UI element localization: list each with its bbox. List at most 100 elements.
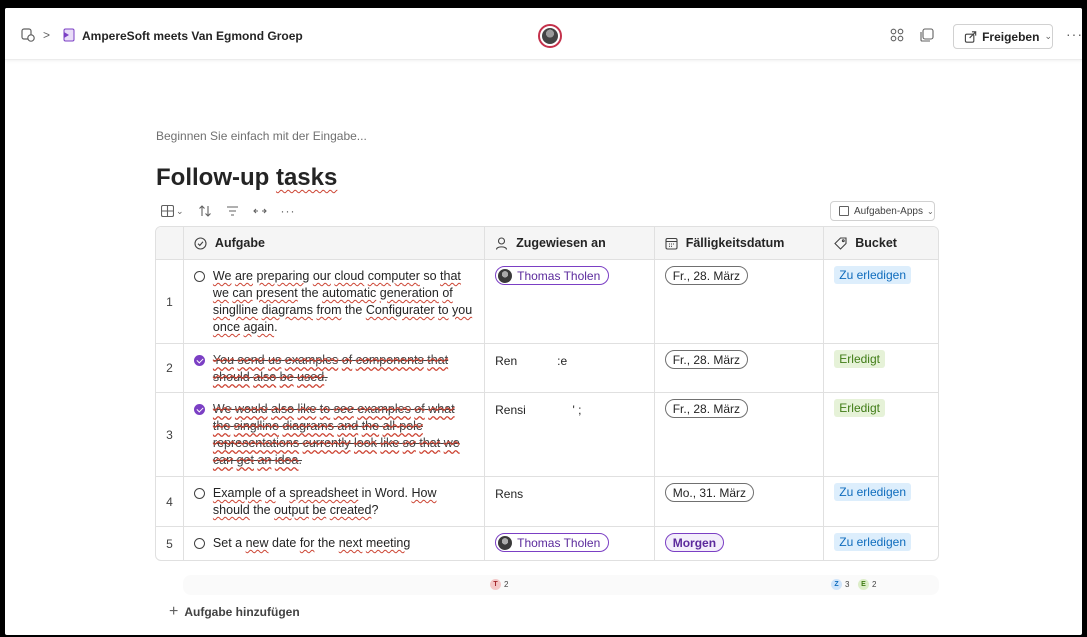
more-icon[interactable]: ···	[281, 204, 296, 218]
task-cell[interactable]: We are preparing our cloud computer so t…	[182, 260, 484, 343]
sort-icon[interactable]	[198, 205, 212, 217]
task-cell[interactable]: Set a new date for the next meeting	[182, 527, 484, 560]
loop-page-icon	[61, 27, 77, 43]
summary-count: 2	[872, 580, 877, 589]
task-cell[interactable]: Example of a spreadsheet in Word. How sh…	[182, 477, 484, 526]
bucket-pill[interactable]: Zu erledigen	[834, 483, 911, 501]
table-row[interactable]: 1 We are preparing our cloud computer so…	[156, 259, 938, 343]
document-title[interactable]: AmpereSoft meets Van Egmond Groep	[82, 29, 303, 43]
task-text[interactable]: Set a new date for the next meeting	[213, 535, 410, 554]
summary-row: T 2 Z 3 E 2	[183, 575, 939, 595]
bucket-pill[interactable]: Erledigt	[834, 399, 885, 417]
due-date-cell[interactable]: Fr., 28. März	[653, 260, 824, 343]
chevron-down-icon: ⌄	[926, 206, 934, 216]
task-text[interactable]: You send us examples of components that …	[213, 352, 474, 386]
header-task[interactable]: Aufgabe	[182, 227, 484, 259]
loop-window: > AmpereSoft meets Van Egmond Groep ⌄ Fr…	[5, 8, 1082, 635]
task-checkbox[interactable]	[193, 538, 205, 549]
apps-icon[interactable]	[889, 27, 905, 43]
table-row[interactable]: 3 We would also like to see examples of …	[156, 392, 938, 476]
assignee-name[interactable]: Rens	[495, 487, 523, 501]
filter-icon[interactable]	[226, 206, 239, 216]
assignee-name[interactable]: Rensi ' ;	[495, 403, 581, 417]
workspace-icon[interactable]	[19, 26, 37, 44]
bucket-cell[interactable]: Zu erledigen	[823, 260, 938, 343]
add-task-button[interactable]: + Aufgabe hinzufügen	[169, 603, 300, 621]
assigned-cell[interactable]: Rensi ' ;	[484, 393, 654, 476]
due-date-cell[interactable]: Fr., 28. März	[653, 393, 824, 476]
assignee-summary: T 2	[490, 579, 508, 590]
row-number: 2	[166, 361, 173, 375]
bucket-cell[interactable]: Zu erledigen	[823, 477, 938, 526]
initial-badge: T	[490, 579, 501, 590]
task-apps-label: Aufgaben-Apps	[854, 205, 923, 217]
header-due-date[interactable]: Fälligkeitsdatum	[653, 227, 824, 259]
task-cell[interactable]: We would also like to see examples of wh…	[182, 393, 484, 476]
bucket-summary-todo: Z 3	[831, 579, 849, 590]
task-checkbox[interactable]	[193, 271, 205, 282]
due-date-pill[interactable]: Fr., 28. März	[664, 266, 749, 285]
summary-count: 3	[845, 580, 850, 589]
add-task-label: Aufgabe hinzufügen	[184, 605, 300, 619]
bucket-cell[interactable]: Erledigt	[823, 393, 938, 476]
assigned-cell[interactable]: Ren :e	[484, 344, 654, 392]
assigned-cell[interactable]: Thomas Tholen	[484, 260, 654, 343]
bucket-summary-done: E 2	[858, 579, 876, 590]
task-apps-button[interactable]: Aufgaben-Apps ⌄	[830, 201, 935, 221]
due-date-pill[interactable]: Mo., 31. März	[664, 483, 755, 502]
row-number: 4	[166, 494, 173, 509]
task-text[interactable]: We are preparing our cloud computer so t…	[213, 268, 474, 337]
due-date-pill[interactable]: Fr., 28. März	[664, 399, 749, 418]
header-bar: > AmpereSoft meets Van Egmond Groep ⌄ Fr…	[5, 8, 1082, 60]
page-title[interactable]: Follow-up tasks	[156, 164, 337, 192]
assigned-cell[interactable]: Thomas Tholen	[484, 527, 654, 560]
task-checkbox-checked[interactable]	[193, 404, 205, 415]
due-date-pill[interactable]: Morgen	[664, 533, 725, 552]
share-label: Freigeben	[982, 29, 1040, 44]
row-number: 5	[166, 536, 173, 551]
header-bucket[interactable]: Bucket	[823, 227, 938, 259]
share-icon	[964, 30, 977, 43]
task-checkbox[interactable]	[193, 488, 205, 499]
due-date-cell[interactable]: Fr., 28. März	[653, 344, 824, 392]
due-date-pill[interactable]: Fr., 28. März	[664, 350, 749, 369]
assigned-cell[interactable]: Rens	[484, 477, 654, 526]
table-row[interactable]: 5 Set a new date for the next meeting Th…	[156, 526, 938, 560]
avatar	[498, 268, 513, 283]
top-edge	[0, 0, 1087, 8]
table-view-icon[interactable]: ⌄	[161, 205, 184, 217]
bucket-cell[interactable]: Zu erledigen	[823, 527, 938, 560]
bucket-pill[interactable]: Zu erledigen	[834, 266, 911, 284]
assignee-name[interactable]: Ren :e	[495, 354, 567, 368]
column-width-icon[interactable]	[252, 207, 267, 215]
table-toolbar: ⌄ ···	[161, 203, 310, 219]
row-number: 3	[166, 427, 173, 442]
table-row[interactable]: 2 You send us examples of components tha…	[156, 343, 938, 392]
bucket-pill[interactable]: Erledigt	[834, 350, 885, 368]
bucket-pill[interactable]: Zu erledigen	[834, 533, 911, 551]
task-text[interactable]: Example of a spreadsheet in Word. How sh…	[213, 485, 474, 520]
header-assigned[interactable]: Zugewiesen an	[484, 227, 654, 259]
more-options-button[interactable]: ···	[1066, 26, 1082, 42]
due-date-cell[interactable]: Morgen	[653, 527, 824, 560]
table-row[interactable]: 4 Example of a spreadsheet in Word. How …	[156, 476, 938, 526]
calendar-icon	[665, 237, 678, 250]
clipboard-icon	[839, 206, 849, 216]
due-date-cell[interactable]: Mo., 31. März	[653, 477, 824, 526]
header-number-cell	[156, 227, 183, 259]
editor-placeholder[interactable]: Beginnen Sie einfach mit der Eingabe...	[156, 129, 367, 143]
initial-badge: E	[858, 579, 869, 590]
share-button[interactable]: Freigeben ⌄	[953, 24, 1053, 49]
assignee-pill[interactable]: Thomas Tholen	[495, 533, 610, 552]
assignee-pill[interactable]: Thomas Tholen	[495, 266, 610, 285]
task-checkbox-checked[interactable]	[193, 355, 205, 366]
bucket-cell[interactable]: Erledigt	[823, 344, 938, 392]
chevron-down-icon[interactable]: ⌄	[271, 30, 279, 41]
person-icon	[495, 236, 508, 250]
tag-icon	[834, 236, 847, 250]
task-cell[interactable]: You send us examples of components that …	[182, 344, 484, 392]
presence-avatar[interactable]	[538, 24, 562, 48]
task-text[interactable]: We would also like to see examples of wh…	[213, 401, 474, 470]
pages-icon[interactable]	[919, 27, 935, 43]
initial-badge: Z	[831, 579, 842, 590]
